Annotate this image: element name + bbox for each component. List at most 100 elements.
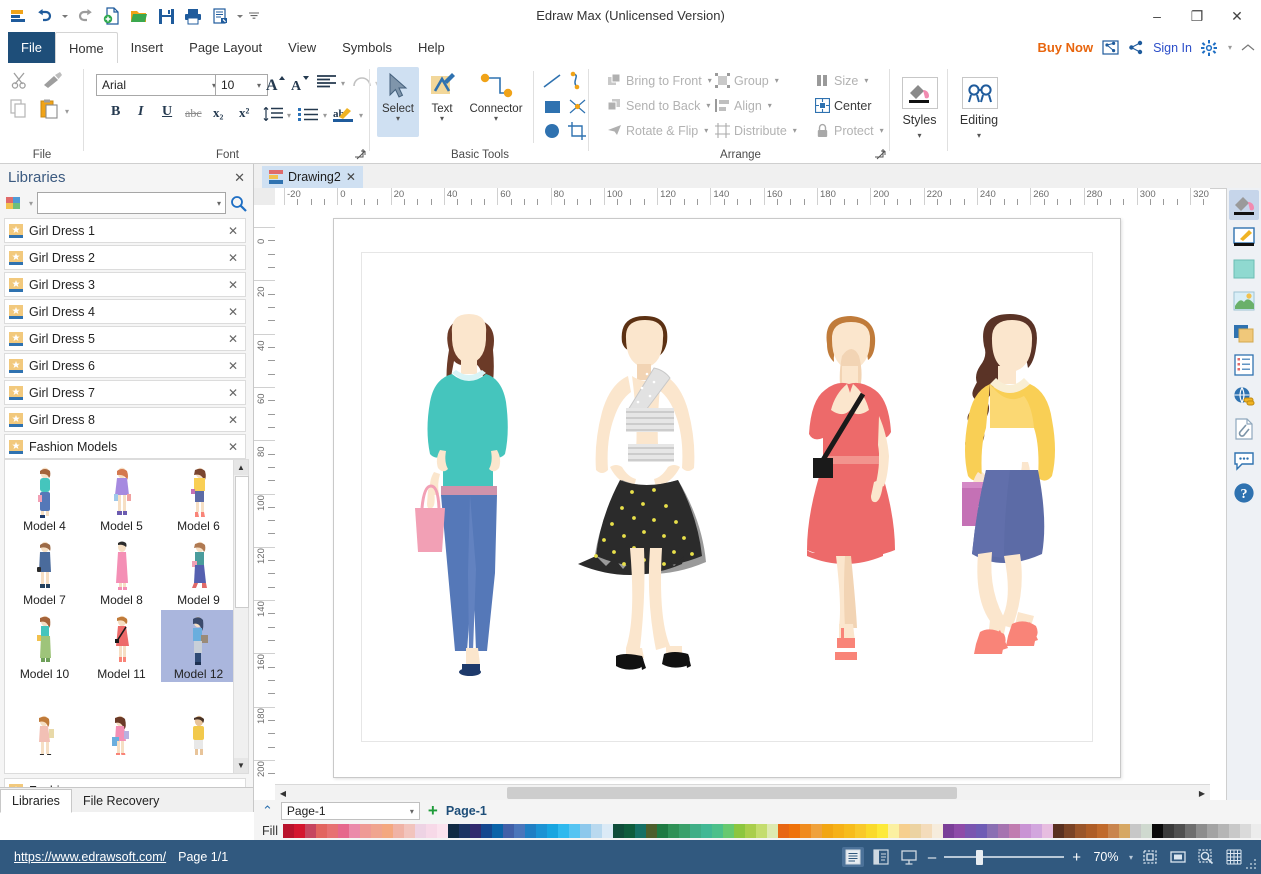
- color-swatch[interactable]: [1173, 824, 1185, 838]
- library-item-fashion-models[interactable]: Fashion Models ✕: [4, 434, 246, 459]
- shape-model-8[interactable]: Model 8: [84, 536, 159, 608]
- close-icon[interactable]: ✕: [346, 170, 356, 184]
- chevron-down-icon[interactable]: ▾: [217, 199, 225, 208]
- color-swatch[interactable]: [1206, 824, 1218, 838]
- fill-icon[interactable]: [1229, 190, 1259, 220]
- color-swatch[interactable]: [579, 824, 591, 838]
- color-swatch[interactable]: [1228, 824, 1240, 838]
- chevron-down-icon[interactable]: ▾: [768, 101, 772, 110]
- color-swatch[interactable]: [392, 824, 404, 838]
- connector-tool[interactable]: Connector ▾: [465, 67, 527, 137]
- color-swatch[interactable]: [623, 824, 635, 838]
- shape-model-7[interactable]: Model 7: [7, 536, 82, 608]
- color-swatch[interactable]: [1118, 824, 1130, 838]
- shape-model-14[interactable]: [84, 684, 159, 756]
- canvas-horizontal-scrollbar[interactable]: ◀ ▶: [275, 784, 1210, 801]
- color-swatch[interactable]: [711, 824, 723, 838]
- color-swatch[interactable]: [535, 824, 547, 838]
- save-icon[interactable]: [154, 4, 178, 28]
- color-swatch[interactable]: [282, 824, 294, 838]
- edrawsoft-link[interactable]: https://www.edrawsoft.com/: [14, 850, 166, 864]
- grid-icon[interactable]: [1223, 847, 1245, 867]
- shape-model-6[interactable]: Model 6: [161, 462, 236, 534]
- scroll-right-arrow[interactable]: ▶: [1194, 785, 1210, 801]
- scrollbar-thumb[interactable]: [235, 476, 249, 608]
- close-icon[interactable]: ✕: [228, 305, 241, 319]
- close-icon[interactable]: ✕: [228, 359, 241, 373]
- figure-model-teal-top-jeans[interactable]: [404, 312, 534, 682]
- editing-caret-icon[interactable]: ▾: [949, 131, 1009, 140]
- presentation-view-button[interactable]: [898, 847, 920, 867]
- color-swatch[interactable]: [634, 824, 646, 838]
- zoom-caret-icon[interactable]: ▾: [1129, 853, 1133, 862]
- shrink-font-button[interactable]: A: [290, 73, 310, 96]
- bold-button[interactable]: B: [111, 104, 120, 120]
- gear-icon[interactable]: [1200, 39, 1217, 56]
- close-icon[interactable]: ✕: [228, 251, 241, 265]
- color-swatch[interactable]: [557, 824, 569, 838]
- color-swatch[interactable]: [942, 824, 954, 838]
- paste-icon[interactable]: [40, 99, 59, 119]
- color-swatch[interactable]: [799, 824, 811, 838]
- color-swatch[interactable]: [931, 824, 943, 838]
- export-dropdown-icon[interactable]: [235, 4, 245, 28]
- close-button[interactable]: ✕: [1217, 2, 1257, 30]
- freeform-tool[interactable]: [567, 97, 589, 120]
- libraries-panel-close-button[interactable]: ✕: [234, 170, 245, 186]
- shape-model-10[interactable]: Model 10: [7, 610, 82, 682]
- color-swatch[interactable]: [524, 824, 536, 838]
- color-swatch[interactable]: [612, 824, 624, 838]
- color-swatches[interactable]: [282, 824, 1261, 838]
- color-swatch[interactable]: [1107, 824, 1119, 838]
- color-swatch[interactable]: [678, 824, 690, 838]
- figure-model-yellow-top-skirt[interactable]: [934, 312, 1069, 682]
- close-icon[interactable]: ✕: [228, 332, 241, 346]
- copy-icon[interactable]: [10, 99, 29, 119]
- paste-caret-icon[interactable]: ▾: [65, 107, 69, 116]
- align-button[interactable]: [317, 75, 336, 92]
- color-swatch[interactable]: [359, 824, 371, 838]
- tab-symbols[interactable]: Symbols: [329, 32, 405, 63]
- rectangle-tool[interactable]: [541, 97, 565, 120]
- center-button[interactable]: Center: [811, 96, 876, 115]
- color-swatch[interactable]: [821, 824, 833, 838]
- superscript-button[interactable]: x²: [239, 105, 249, 121]
- color-swatch[interactable]: [315, 824, 327, 838]
- color-swatch[interactable]: [370, 824, 382, 838]
- color-swatch[interactable]: [1151, 824, 1163, 838]
- tab-libraries[interactable]: Libraries: [0, 789, 72, 813]
- strikethrough-button[interactable]: abc: [185, 106, 202, 121]
- select-tool-caret-icon[interactable]: ▾: [396, 115, 400, 123]
- color-swatch[interactable]: [700, 824, 712, 838]
- color-swatch[interactable]: [733, 824, 745, 838]
- attachment-icon[interactable]: [1229, 414, 1259, 444]
- export-icon[interactable]: [208, 4, 232, 28]
- color-swatch[interactable]: [1085, 824, 1097, 838]
- styles-caret-icon[interactable]: ▾: [891, 131, 948, 140]
- color-swatch[interactable]: [469, 824, 481, 838]
- color-swatch[interactable]: [1140, 824, 1152, 838]
- library-item-girl-dress-3[interactable]: Girl Dress 3 ✕: [4, 272, 246, 297]
- zoom-out-button[interactable]: –: [926, 849, 938, 866]
- shape-model-4[interactable]: Model 4: [7, 462, 82, 534]
- color-swatch[interactable]: [766, 824, 778, 838]
- chevron-down-icon[interactable]: ▾: [253, 81, 265, 90]
- line-spacing-caret-icon[interactable]: ▾: [287, 111, 291, 120]
- color-swatch[interactable]: [854, 824, 866, 838]
- italic-button[interactable]: I: [138, 104, 143, 120]
- close-icon[interactable]: ✕: [228, 278, 241, 292]
- color-swatch[interactable]: [293, 824, 305, 838]
- color-swatch[interactable]: [1195, 824, 1207, 838]
- color-swatch[interactable]: [964, 824, 976, 838]
- curve-tool[interactable]: [567, 71, 589, 94]
- buy-now-button[interactable]: Buy Now: [1037, 40, 1093, 55]
- color-swatch[interactable]: [898, 824, 910, 838]
- color-swatch[interactable]: [843, 824, 855, 838]
- cut-icon[interactable]: [10, 71, 30, 91]
- color-swatch[interactable]: [1129, 824, 1141, 838]
- scroll-up-arrow[interactable]: ▲: [234, 460, 248, 475]
- color-swatch[interactable]: [381, 824, 393, 838]
- font-dialog-launcher[interactable]: [355, 149, 366, 160]
- color-swatch[interactable]: [326, 824, 338, 838]
- color-swatch[interactable]: [1074, 824, 1086, 838]
